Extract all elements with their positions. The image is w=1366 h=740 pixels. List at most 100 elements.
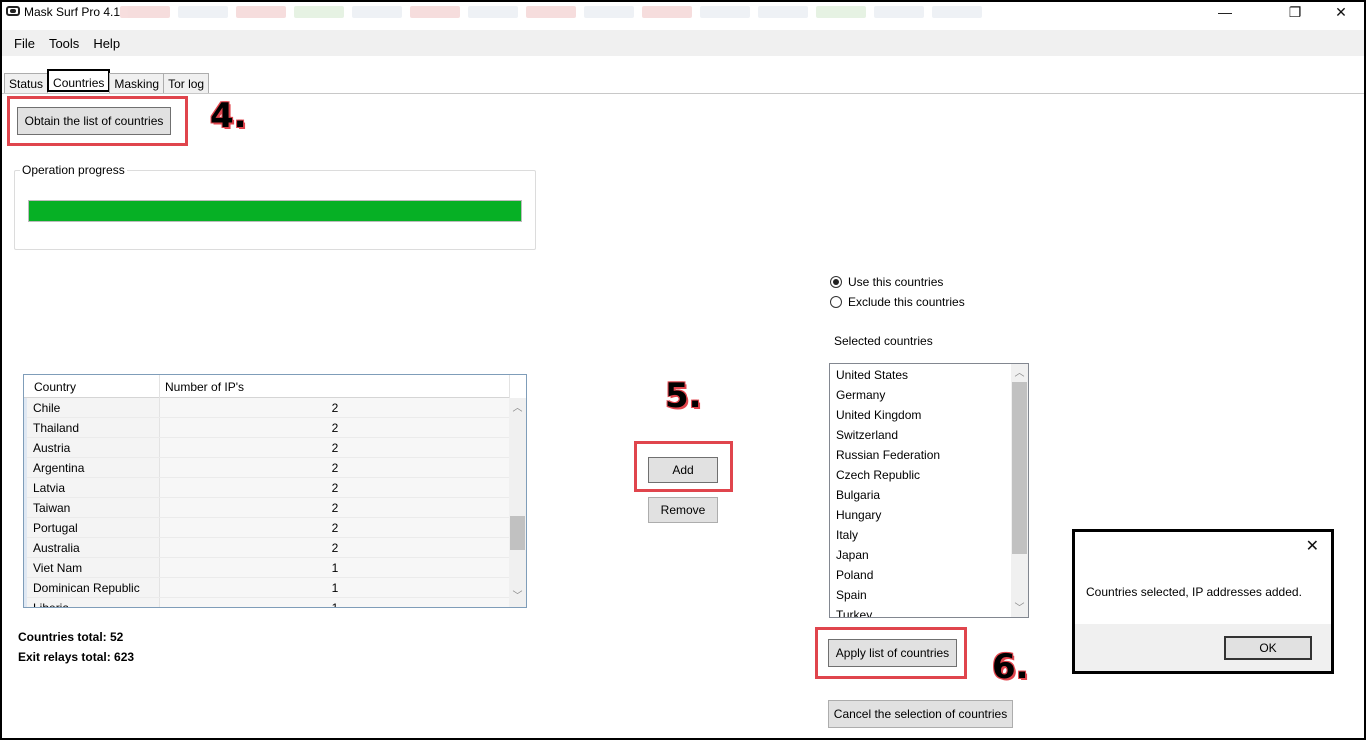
ip-count-cell: 2 [160, 398, 510, 417]
obtain-countries-button[interactable]: Obtain the list of countries [17, 107, 171, 135]
country-cell: Portugal [24, 518, 160, 538]
scroll-down-arrow-icon[interactable]: ﹀ [509, 588, 526, 605]
ip-count-cell: 1 [160, 578, 510, 597]
menu-file[interactable]: File [14, 36, 35, 51]
table-row[interactable]: Liberia 1 [24, 598, 510, 607]
table-row[interactable]: Latvia 2 [24, 478, 510, 498]
title-bar: Mask Surf Pro 4.1 — ❐ ✕ [2, 2, 1364, 22]
tab-status[interactable]: Status [4, 73, 49, 94]
country-cell: Dominican Republic [24, 578, 160, 598]
table-row[interactable]: Australia 2 [24, 538, 510, 558]
ip-count-cell: 2 [160, 478, 510, 497]
list-scroll-thumb[interactable] [1012, 382, 1027, 554]
cancel-selection-button[interactable]: Cancel the selection of countries [828, 700, 1013, 728]
ip-count-cell: 2 [160, 538, 510, 557]
dialog-message: Countries selected, IP addresses added. [1086, 585, 1302, 599]
countries-total: Countries total: 52 [18, 630, 124, 644]
list-scroll-up-icon[interactable]: ︿ [1011, 365, 1028, 382]
country-cell: Latvia [24, 478, 160, 498]
list-item[interactable]: United States [830, 364, 1028, 384]
operation-progress-legend: Operation progress [20, 163, 127, 177]
ip-count-cell: 2 [160, 518, 510, 537]
table-scrollbar[interactable]: ︿ ﹀ [509, 398, 526, 607]
table-scroll-thumb[interactable] [510, 516, 525, 550]
table-row[interactable]: Portugal 2 [24, 518, 510, 538]
apply-countries-button[interactable]: Apply list of countries [828, 639, 957, 667]
list-item[interactable]: Italy [830, 524, 1028, 544]
country-cell: Taiwan [24, 498, 160, 518]
minimize-button[interactable]: — [1202, 2, 1248, 22]
list-scrollbar[interactable]: ︿ ﹀ [1011, 364, 1028, 617]
selected-countries-items: United States Germany United Kingdom Switze… [830, 364, 1028, 617]
country-cell: Australia [24, 538, 160, 558]
list-item[interactable]: Hungary [830, 504, 1028, 524]
tab-masking[interactable]: Masking [109, 73, 165, 94]
menu-tools[interactable]: Tools [49, 36, 79, 51]
dialog-footer: OK [1075, 624, 1331, 671]
selected-countries-list[interactable]: United States Germany United Kingdom Switze… [829, 363, 1029, 618]
list-item[interactable]: Spain [830, 584, 1028, 604]
table-row[interactable]: Austria 2 [24, 438, 510, 458]
exit-relays-total: Exit relays total: 623 [18, 650, 135, 664]
countries-table: Country Number of IP's Chile 2 Thailand 2 Au… [23, 374, 527, 608]
tab-strip: Status Countries Masking Tor log [4, 69, 210, 94]
list-item[interactable]: Czech Republic [830, 464, 1028, 484]
remove-button[interactable]: Remove [648, 497, 718, 523]
table-row[interactable]: Argentina 2 [24, 458, 510, 478]
country-cell: Viet Nam [24, 558, 160, 578]
list-item[interactable]: Bulgaria [830, 484, 1028, 504]
progress-bar-fill [29, 201, 521, 221]
message-dialog: ✕ Countries selected, IP addresses added… [1072, 529, 1334, 674]
radio-use-countries[interactable]: Use this countries [830, 275, 943, 289]
table-row[interactable]: Dominican Republic 1 [24, 578, 510, 598]
country-cell: Liberia [24, 598, 160, 607]
country-cell: Austria [24, 438, 160, 458]
ip-count-cell: 1 [160, 558, 510, 577]
restore-button[interactable]: ❐ [1272, 2, 1318, 22]
mask-app-icon [6, 6, 20, 16]
country-cell: Thailand [24, 418, 160, 438]
radio-exclude-countries[interactable]: Exclude this countries [830, 295, 965, 309]
tab-countries[interactable]: Countries [47, 69, 111, 92]
dialog-close-icon[interactable]: ✕ [1306, 536, 1319, 556]
selected-countries-label: Selected countries [834, 334, 933, 348]
ip-count-cell: 2 [160, 418, 510, 437]
radio-use-label: Use this countries [848, 275, 944, 289]
menu-bar: File Tools Help [2, 30, 1364, 56]
ip-count-cell: 2 [160, 438, 510, 457]
list-item[interactable]: Germany [830, 384, 1028, 404]
add-button[interactable]: Add [648, 457, 718, 483]
dialog-ok-button[interactable]: OK [1224, 636, 1312, 660]
table-row[interactable]: Taiwan 2 [24, 498, 510, 518]
scroll-up-arrow-icon[interactable]: ︿ [509, 400, 526, 417]
close-window-button[interactable]: ✕ [1318, 2, 1364, 22]
list-item[interactable]: Switzerland [830, 424, 1028, 444]
list-item[interactable]: Turkey [830, 604, 1028, 617]
radio-exclude-indicator[interactable] [830, 296, 842, 308]
list-item[interactable]: Japan [830, 544, 1028, 564]
tab-tor-log[interactable]: Tor log [163, 73, 210, 94]
table-header: Country Number of IP's [24, 375, 510, 398]
ip-count-cell: 1 [160, 598, 510, 607]
list-scroll-down-icon[interactable]: ﹀ [1011, 600, 1028, 617]
window-title: Mask Surf Pro 4.1 [24, 5, 121, 19]
list-item[interactable]: Russian Federation [830, 444, 1028, 464]
tab-divider [2, 93, 1364, 94]
table-row[interactable]: Viet Nam 1 [24, 558, 510, 578]
list-item[interactable]: United Kingdom [830, 404, 1028, 424]
list-item[interactable]: Poland [830, 564, 1028, 584]
step-4-label: 4. [210, 96, 247, 136]
radio-use-indicator[interactable] [830, 276, 842, 288]
column-header-country[interactable]: Country [24, 375, 160, 398]
table-row[interactable]: Chile 2 [24, 398, 510, 418]
table-row[interactable]: Thailand 2 [24, 418, 510, 438]
ip-count-cell: 2 [160, 498, 510, 517]
operation-progress-bar [28, 200, 522, 222]
table-body: Chile 2 Thailand 2 Austria 2 Argentina 2 Latvia 2… [24, 398, 510, 607]
menu-help[interactable]: Help [93, 36, 120, 51]
country-cell: Argentina [24, 458, 160, 478]
country-cell: Chile [24, 398, 160, 418]
background-taskbar-strip [120, 6, 1120, 20]
radio-exclude-label: Exclude this countries [848, 295, 965, 309]
column-header-ip-count[interactable]: Number of IP's [160, 375, 510, 398]
